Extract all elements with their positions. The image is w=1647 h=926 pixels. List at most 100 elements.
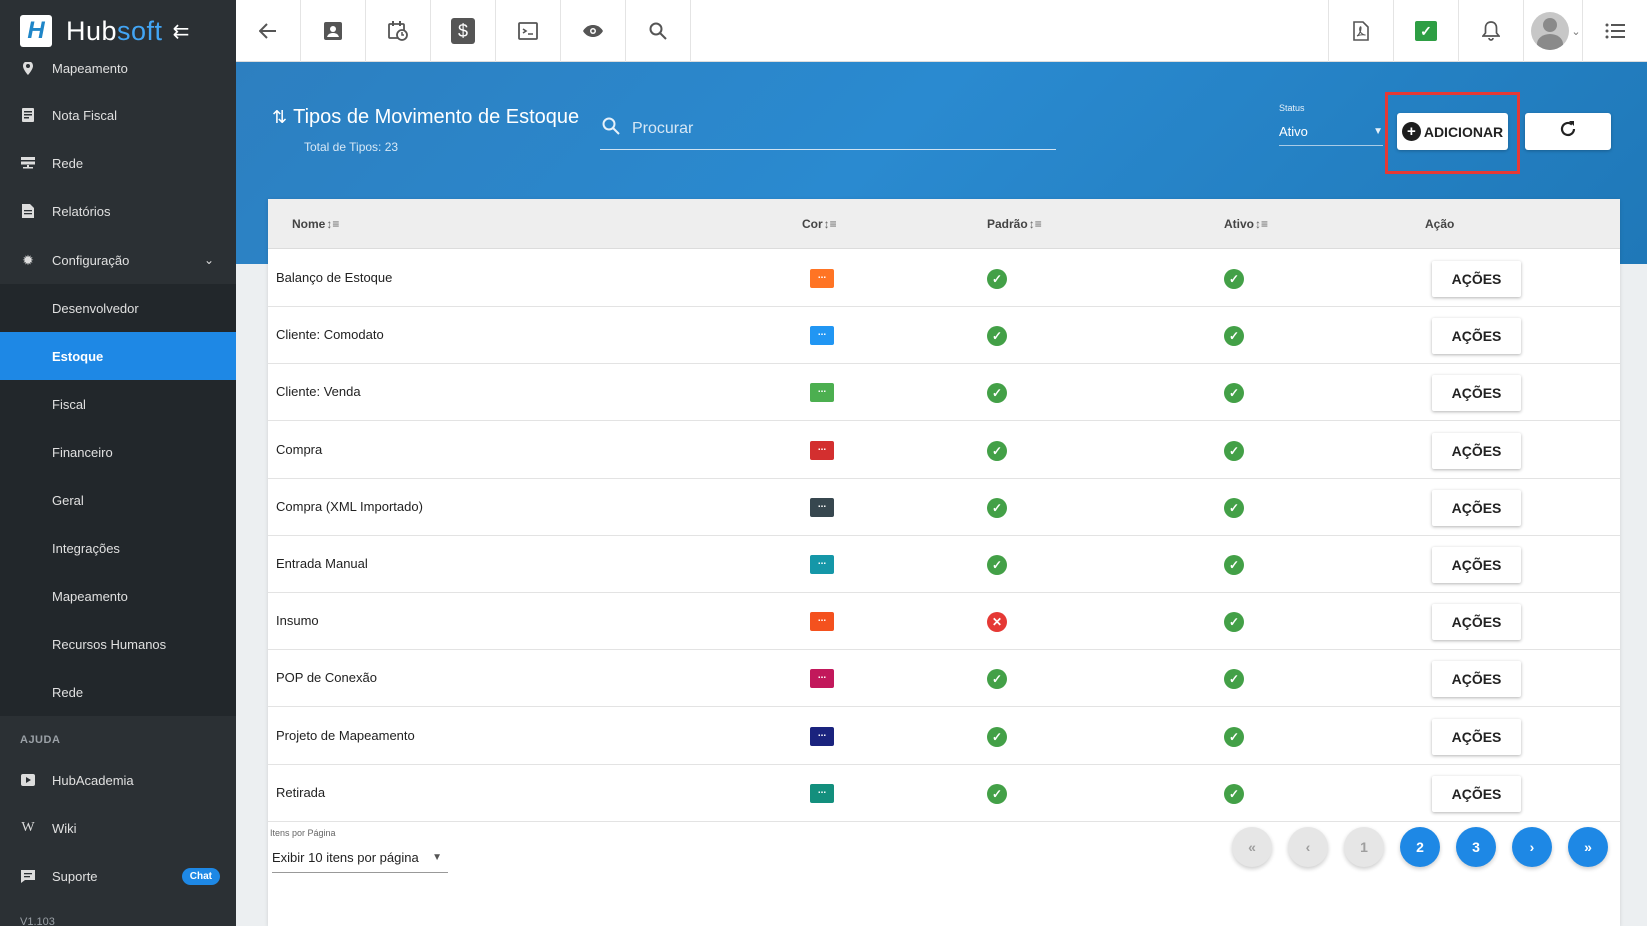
check-badge-icon[interactable]: ✓ [1393,0,1458,62]
sidebar-item-relatorios[interactable]: Relatórios [0,187,236,235]
acoes-button[interactable]: AÇÕES [1432,775,1521,812]
padrao-check-icon: ✓ [987,497,1007,518]
color-swatch[interactable]: ... [810,440,834,460]
color-swatch[interactable]: ... [810,783,834,803]
table-card: Nome↕≡ Cor↕≡ Padrão↕≡ Ativo↕≡ Ação Balan… [268,199,1620,926]
sidebar-subitem-integracoes[interactable]: Integrações [0,524,236,572]
sidebar-item-label: Rede [52,155,84,171]
ativo-check-icon: ✓ [1224,783,1244,804]
collapse-arrow-icon[interactable]: ⇇ [173,19,190,44]
acoes-button[interactable]: AÇÕES [1432,661,1521,698]
ativo-check-icon: ✓ [1224,612,1244,633]
brand-name-part-2: soft [117,15,163,46]
acoes-button[interactable]: AÇÕES [1432,489,1521,526]
row-name: Compra [276,441,323,457]
color-swatch[interactable]: ... [810,555,834,574]
chat-badge[interactable]: Chat [181,867,220,885]
page-button[interactable]: 3 [1456,827,1496,867]
page-button[interactable]: › [1512,827,1552,867]
column-header-ativo[interactable]: Ativo↕≡ [1224,217,1268,231]
user-avatar-button[interactable]: ⌄ [1523,0,1588,62]
search-field[interactable] [600,108,1056,150]
terminal-icon[interactable] [496,0,561,62]
acoes-button[interactable]: AÇÕES [1432,261,1521,297]
sidebar-item-label: HubAcademia [52,772,134,788]
calendar-clock-icon[interactable] [366,0,431,62]
sidebar-subitem-fiscal[interactable]: Fiscal [0,380,236,428]
top-toolbar: $ ✓ ⌄ [236,0,1647,62]
search-icon [602,117,632,140]
sidebar-subitem-mapeamento[interactable]: Mapeamento [0,572,236,620]
sidebar-subitem-estoque[interactable]: Estoque [0,332,236,380]
sidebar-subitem-desenvolvedor[interactable]: Desenvolvedor [0,284,236,332]
page-button[interactable]: « [1232,827,1272,867]
ativo-check-icon: ✓ [1224,555,1244,575]
gear-icon: ✹ [22,251,34,268]
sidebar-item-hubacademia[interactable]: HubAcademia [0,756,236,804]
sidebar-item-nota-fiscal[interactable]: Nota Fiscal [0,91,236,139]
bell-icon[interactable] [1458,0,1523,62]
column-label: Padrão [987,217,1028,231]
page-button[interactable]: 2 [1400,827,1440,867]
acoes-button[interactable]: AÇÕES [1432,432,1521,469]
color-swatch[interactable]: ... [810,383,834,403]
page-button[interactable]: » [1568,827,1608,867]
column-header-cor[interactable]: Cor↕≡ [802,217,837,231]
column-header-acao: Ação [1425,217,1455,231]
contact-card-icon[interactable] [301,0,366,62]
color-swatch[interactable]: ... [810,326,834,346]
sidebar-subitem-rede[interactable]: Rede [0,668,236,716]
row-name: POP de Conexão [276,670,377,686]
sidebar-item-label: Recursos Humanos [52,636,167,652]
sidebar-item-label: Mapeamento [52,588,128,604]
chat-icon [20,869,36,883]
sidebar-item-wiki[interactable]: W Wiki [0,804,236,852]
sidebar-item-label: Estoque [52,348,104,364]
sidebar-item-configuracao[interactable]: ✹ Configuração ⌄ [0,236,236,284]
add-button[interactable]: + ADICIONAR [1397,113,1508,150]
color-swatch[interactable]: ... [810,612,834,632]
search-icon[interactable] [626,0,691,62]
acoes-button[interactable]: AÇÕES [1432,318,1521,355]
column-header-nome[interactable]: Nome↕≡ [292,217,339,231]
per-page-select[interactable]: Exibir 10 itens por página ▼ [272,843,448,873]
sidebar-subitem-financeiro[interactable]: Financeiro [0,428,236,476]
wikipedia-icon: W [21,820,35,835]
color-swatch[interactable]: ... [810,669,834,689]
search-input[interactable] [632,119,1032,138]
status-select[interactable]: Ativo ▼ [1279,118,1383,146]
page-button[interactable]: 1 [1344,827,1384,867]
sidebar-subitem-geral[interactable]: Geral [0,476,236,524]
logo-bar: H Hubsoft ⇇ [0,0,236,62]
acoes-button[interactable]: AÇÕES [1432,375,1521,412]
sidebar-item-label: Relatórios [52,203,111,219]
page-title: ⇅ Tipos de Movimento de Estoque [272,106,579,129]
sidebar-item-rede[interactable]: Rede [0,139,236,187]
acoes-button[interactable]: AÇÕES [1432,718,1521,755]
padrao-check-icon: ✓ [987,669,1007,690]
eye-icon[interactable] [561,0,626,62]
color-swatch[interactable]: ... [810,269,834,288]
refresh-button[interactable] [1525,113,1611,150]
map-pin-icon [20,61,36,75]
caret-down-icon: ▼ [432,852,442,863]
column-header-padrao[interactable]: Padrão↕≡ [987,217,1042,231]
acoes-button[interactable]: AÇÕES [1432,604,1521,641]
acoes-button[interactable]: AÇÕES [1432,547,1521,583]
pdf-icon[interactable] [1328,0,1393,62]
row-name: Compra (XML Importado) [276,498,423,514]
back-arrow-icon[interactable] [236,0,301,62]
color-swatch[interactable]: ... [810,726,834,746]
per-page-value: Exibir 10 itens por página [272,850,419,865]
page-button[interactable]: ‹ [1288,827,1328,867]
receipt-icon [20,108,36,122]
dollar-icon[interactable]: $ [431,0,496,62]
menu-list-icon[interactable] [1582,0,1647,62]
row-name: Cliente: Venda [276,384,361,400]
table-row: Retirada ... ✓ ✓ AÇÕES [268,765,1620,822]
video-icon [20,774,36,786]
add-button-label: ADICIONAR [1423,123,1504,140]
sidebar-item-suporte[interactable]: Suporte Chat [0,852,236,900]
color-swatch[interactable]: ... [810,497,834,517]
sidebar-subitem-recursos-humanos[interactable]: Recursos Humanos [0,620,236,668]
